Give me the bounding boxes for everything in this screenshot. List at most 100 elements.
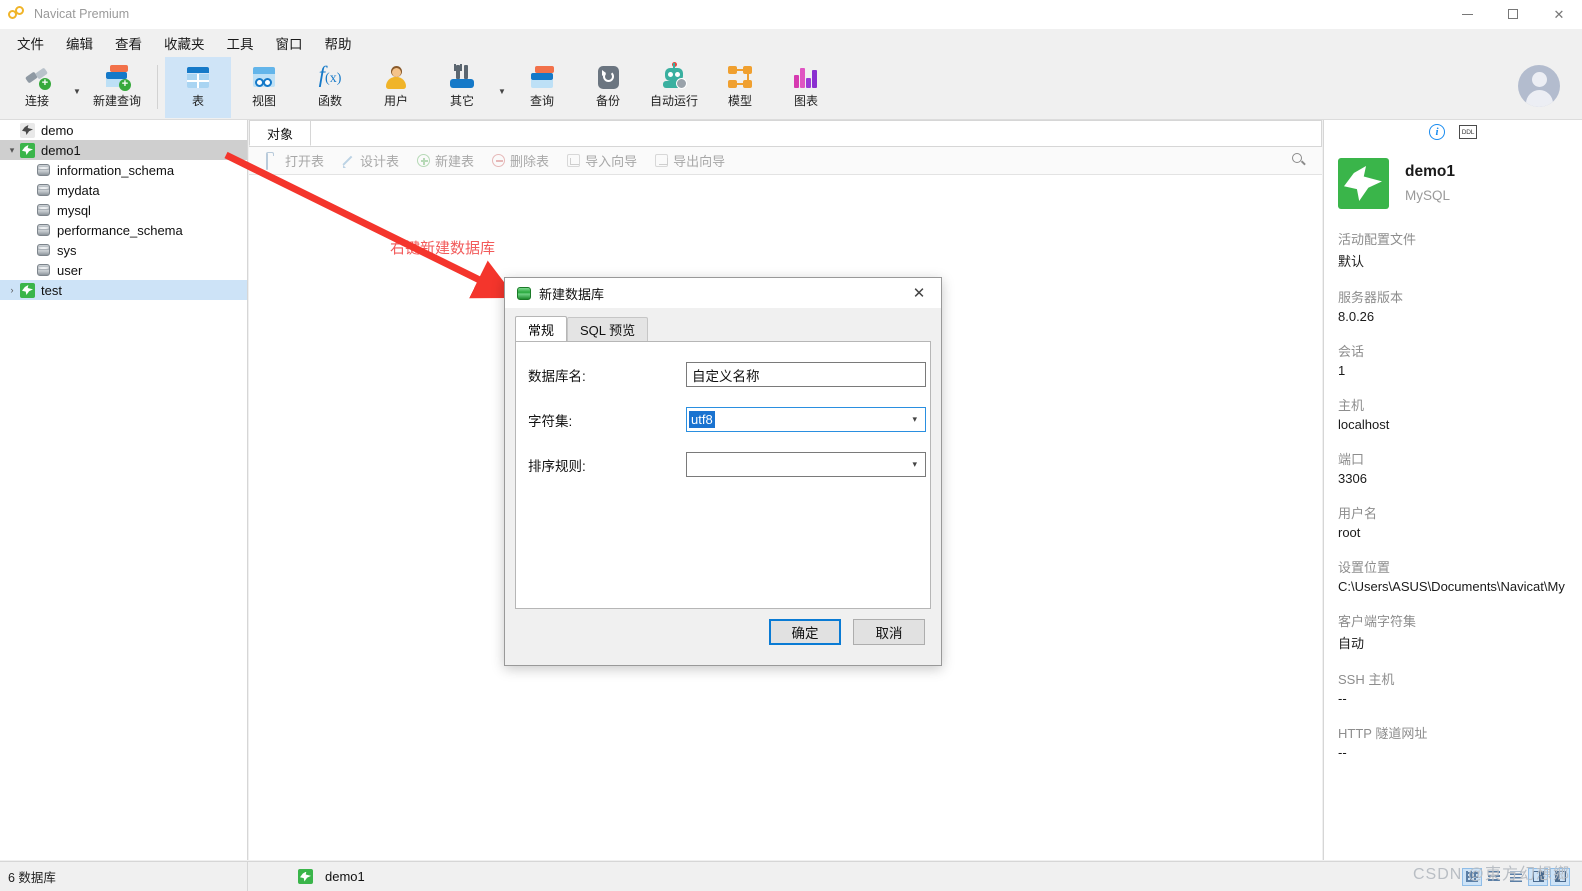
toolbar-query-label: 查询 (529, 94, 554, 108)
tree-item-sys[interactable]: sys (0, 240, 247, 260)
new-table-label: 新建表 (435, 154, 475, 169)
split-left-button[interactable] (1550, 867, 1570, 886)
import-wizard-button[interactable]: 导入向导 (558, 149, 646, 172)
toolbar-view-label: 视图 (251, 94, 276, 108)
mysql-connection-icon (1338, 158, 1389, 209)
chevron-down-icon[interactable]: ▾ (4, 145, 20, 156)
detail-view-button[interactable] (1506, 868, 1526, 886)
dialog-close-button[interactable]: ✕ (897, 278, 941, 308)
toolbar-model-label: 模型 (727, 94, 752, 108)
connection-icon (20, 122, 35, 138)
ddl-icon[interactable]: DDL (1459, 125, 1477, 139)
tree-item-mydata[interactable]: mydata (0, 180, 247, 200)
export-wizard-label: 导出向导 (673, 154, 726, 169)
other-dropdown-caret-icon[interactable]: ▼ (495, 57, 509, 118)
menu-window[interactable]: 窗口 (265, 30, 314, 56)
new-table-button[interactable]: 新建表 (408, 149, 483, 172)
info-field-value: 8.0.26 (1338, 309, 1375, 324)
toolbar-connection[interactable]: + 连接 (4, 57, 70, 118)
tree-item-test[interactable]: › test (0, 280, 247, 300)
function-fx-icon: f(x) (318, 62, 342, 87)
tree-item-label: user (57, 262, 83, 278)
toolbar-other[interactable]: 其它 (429, 57, 495, 118)
info-field-settings-location: 设置位置 C:\Users\ASUS\Documents\Navicat\My (1338, 557, 1582, 594)
tab-strip: 对象 (249, 120, 1322, 147)
menu-help[interactable]: 帮助 (314, 30, 363, 56)
new-database-dialog: 新建数据库 ✕ 常规 SQL 预览 数据库名: 自定义名称 字符集: utf8 … (504, 277, 942, 666)
info-field-value: 默认 (1338, 254, 1365, 269)
info-field-ssh-host: SSH 主机 -- (1338, 669, 1582, 706)
tree-item-label: mysql (57, 202, 91, 218)
design-table-button[interactable]: 设计表 (333, 149, 408, 172)
tree-item-demo[interactable]: demo (0, 120, 247, 140)
export-wizard-button[interactable]: 导出向导 (646, 149, 734, 172)
chevron-down-icon: ▾ (912, 459, 917, 469)
connection-dropdown-caret-icon[interactable]: ▼ (70, 57, 84, 118)
collation-select[interactable]: ▾ (686, 452, 926, 477)
menu-tools[interactable]: 工具 (216, 30, 265, 56)
search-icon[interactable] (1292, 152, 1308, 169)
charset-select[interactable]: utf8 ▾ (686, 407, 926, 432)
maximize-button[interactable] (1490, 0, 1536, 29)
toolbar-user-label: 用户 (383, 94, 408, 108)
import-wizard-label: 导入向导 (585, 154, 638, 169)
connection-tree-sidebar[interactable]: demo ▾ demo1 information_schema mydata m… (0, 120, 248, 860)
delete-table-label: 删除表 (510, 154, 550, 169)
tree-item-user[interactable]: user (0, 260, 247, 280)
toolbar-view[interactable]: 视图 (231, 57, 297, 118)
toolbar-connection-label: 连接 (24, 94, 49, 108)
info-circle-icon[interactable]: i (1429, 124, 1445, 140)
dialog-title: 新建数据库 (539, 286, 605, 302)
toolbar-table[interactable]: 表 (165, 57, 231, 118)
split-right-button[interactable] (1528, 867, 1548, 886)
tree-item-performance-schema[interactable]: performance_schema (0, 220, 247, 240)
chevron-right-icon[interactable]: › (4, 285, 20, 295)
tree-item-mysql[interactable]: mysql (0, 200, 247, 220)
menu-file[interactable]: 文件 (6, 30, 55, 56)
toolbar-model[interactable]: 模型 (707, 57, 773, 118)
tree-item-information-schema[interactable]: information_schema (0, 160, 247, 180)
delete-table-button[interactable]: 删除表 (483, 149, 558, 172)
toolbar-user[interactable]: 用户 (363, 57, 429, 118)
ok-button[interactable]: 确定 (769, 619, 841, 645)
info-field-value: root (1338, 525, 1361, 540)
tree-item-label: demo (41, 122, 74, 138)
dialog-tab-general[interactable]: 常规 (515, 316, 568, 341)
info-field-label: 设置位置 (1338, 560, 1391, 575)
tree-item-label: mydata (57, 182, 100, 198)
info-field-port: 端口 3306 (1338, 449, 1582, 486)
info-field-value: -- (1338, 691, 1347, 706)
database-green-icon (517, 286, 531, 301)
tree-item-label: performance_schema (57, 222, 183, 238)
minimize-button[interactable] (1444, 0, 1490, 29)
info-field-http-tunnel: HTTP 隧道网址 -- (1338, 723, 1582, 760)
automation-robot-icon (660, 62, 688, 91)
toolbar-query[interactable]: 查询 (509, 57, 575, 118)
avatar-wrapper[interactable] (1518, 57, 1560, 107)
menu-edit[interactable]: 编辑 (55, 30, 104, 56)
dbname-input[interactable]: 自定义名称 (686, 362, 926, 387)
open-table-button[interactable]: 打开表 (257, 149, 333, 172)
grid-view-button[interactable] (1462, 867, 1482, 886)
toolbar-new-query[interactable]: + 新建查询 (84, 57, 150, 118)
list-view-button[interactable] (1484, 868, 1504, 886)
user-avatar[interactable] (1518, 65, 1560, 107)
form-row-charset: 字符集: utf8 ▾ (516, 407, 930, 432)
info-field-value: 3306 (1338, 471, 1367, 486)
info-panel-tabs: i DDL (1324, 120, 1582, 144)
toolbar-function[interactable]: f(x) 函数 (297, 57, 363, 118)
split-right-icon (1532, 871, 1544, 882)
menu-view[interactable]: 查看 (104, 30, 153, 56)
cancel-button[interactable]: 取消 (853, 619, 925, 645)
menu-favorites[interactable]: 收藏夹 (153, 30, 216, 56)
toolbar-automation[interactable]: 自动运行 (641, 57, 707, 118)
connection-plus-icon: + (23, 63, 51, 91)
tree-item-demo1[interactable]: ▾ demo1 (0, 140, 247, 160)
toolbar-backup[interactable]: 备份 (575, 57, 641, 118)
database-icon (37, 243, 50, 257)
toolbar-chart[interactable]: 图表 (773, 57, 839, 118)
dialog-tab-sql-preview[interactable]: SQL 预览 (567, 317, 649, 341)
status-database-count: 6 数据库 (0, 861, 248, 891)
close-button[interactable]: ✕ (1536, 0, 1582, 29)
tab-objects[interactable]: 对象 (249, 120, 311, 146)
